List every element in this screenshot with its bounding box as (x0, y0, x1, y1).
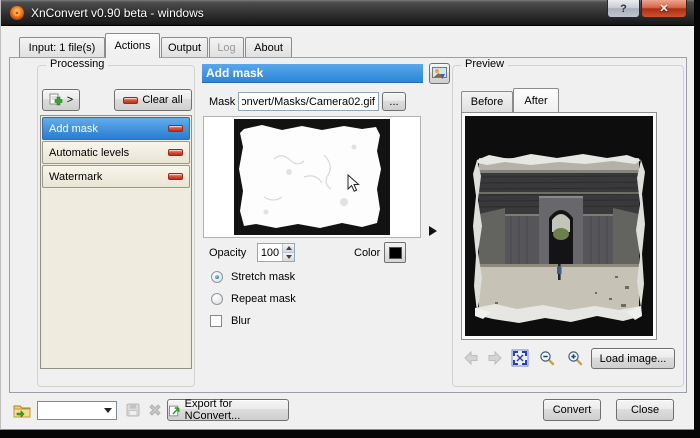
opacity-down-button[interactable] (283, 252, 294, 261)
opacity-stepper[interactable]: 100 (257, 243, 295, 262)
tab-actions[interactable]: Actions (105, 33, 160, 58)
repeat-mask-label[interactable]: Repeat mask (231, 293, 296, 305)
tab-log: Log (209, 37, 244, 58)
help-button[interactable]: ? (607, 0, 640, 18)
apply-preview-button[interactable] (429, 63, 450, 84)
clear-all-minus-icon (123, 97, 138, 104)
tab-before[interactable]: Before (461, 91, 513, 112)
processing-group-label: Processing (46, 58, 108, 70)
app-icon (9, 5, 25, 21)
actions-list: Add mask Automatic levels Watermark (40, 115, 192, 369)
list-item-watermark[interactable]: Watermark (42, 165, 190, 188)
stretch-mask-radio[interactable] (211, 271, 223, 283)
mask-thumbnail (203, 116, 421, 238)
screen: XnConvert v0.90 beta - windows ? ✕ Input… (0, 0, 700, 438)
actions-tab-page: Processing > Clear all Add mask (9, 57, 687, 393)
settings-combobox[interactable] (37, 401, 117, 420)
up-arrow-icon (286, 246, 292, 250)
blur-label[interactable]: Blur (231, 315, 251, 327)
open-script-folder-button[interactable] (13, 403, 31, 419)
export-for-nconvert-button[interactable]: Export for NConvert... (167, 399, 289, 421)
preview-group-label: Preview (461, 58, 508, 70)
opacity-up-button[interactable] (283, 244, 294, 252)
tab-input[interactable]: Input: 1 file(s) (19, 37, 105, 58)
delete-settings-button (147, 402, 163, 418)
dropdown-arrow-icon (104, 408, 112, 413)
flow-arrow-icon (429, 226, 437, 236)
fit-to-window-button[interactable] (511, 349, 529, 367)
color-label: Color (354, 247, 380, 259)
blur-checkbox[interactable] (210, 315, 222, 327)
remove-action-icon[interactable] (168, 125, 183, 132)
browse-mask-button[interactable]: ... (382, 92, 406, 111)
preview-group: Preview Before After (452, 65, 684, 387)
clear-all-button[interactable]: Clear all (114, 89, 192, 111)
preview-image-frame (461, 112, 657, 340)
close-button[interactable]: ✕ (641, 0, 687, 18)
tab-about[interactable]: About (245, 37, 292, 58)
tab-output[interactable]: Output (161, 37, 208, 58)
export-icon (168, 404, 181, 417)
next-image-button (487, 350, 503, 366)
help-icon: ? (620, 3, 627, 15)
mask-image (204, 117, 420, 237)
mask-panel-title: Add mask (202, 64, 423, 83)
down-arrow-icon (286, 255, 292, 259)
titlebar[interactable]: XnConvert v0.90 beta - windows ? ✕ (1, 0, 694, 26)
color-swatch-button[interactable] (384, 242, 406, 263)
add-action-icon (49, 93, 63, 107)
remove-action-icon[interactable] (168, 173, 183, 180)
app-window: XnConvert v0.90 beta - windows ? ✕ Input… (0, 0, 694, 430)
zoom-in-button[interactable] (567, 350, 583, 366)
tab-after[interactable]: After (513, 88, 559, 112)
color-swatch (389, 247, 402, 259)
mask-field-label: Mask (209, 96, 235, 108)
preview-image-after[interactable] (465, 116, 653, 336)
mask-path-input[interactable] (238, 92, 379, 111)
list-item-automatic-levels[interactable]: Automatic levels (42, 141, 190, 164)
close-dialog-button[interactable]: Close (616, 399, 674, 421)
list-item-add-mask[interactable]: Add mask (42, 117, 190, 140)
remove-action-icon[interactable] (168, 149, 183, 156)
repeat-mask-radio[interactable] (211, 293, 223, 305)
window-title: XnConvert v0.90 beta - windows (31, 6, 204, 20)
opacity-label: Opacity (209, 247, 246, 259)
convert-button[interactable]: Convert (543, 399, 601, 421)
close-icon: ✕ (659, 2, 668, 15)
previous-image-button (463, 350, 479, 366)
add-action-button[interactable]: > (42, 89, 80, 111)
save-settings-button (125, 402, 141, 418)
zoom-out-button[interactable] (539, 350, 555, 366)
image-icon (432, 67, 447, 80)
stretch-mask-label[interactable]: Stretch mask (231, 271, 295, 283)
load-image-button[interactable]: Load image... (591, 348, 675, 369)
